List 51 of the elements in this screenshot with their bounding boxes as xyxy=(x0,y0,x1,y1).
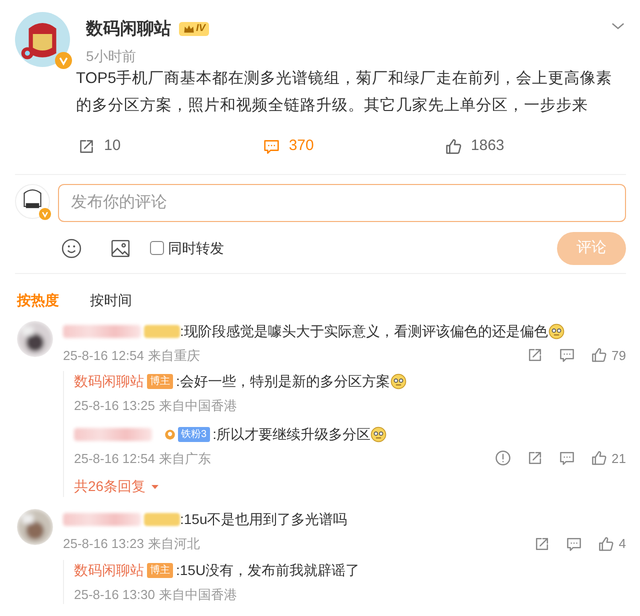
level-badge: IV xyxy=(179,22,210,36)
avatar-drawing xyxy=(15,12,70,67)
comment-location: 来自中国香港 xyxy=(158,586,237,604)
blurred-badge xyxy=(144,513,180,526)
more-replies-link[interactable]: 共26条回复 xyxy=(74,476,626,497)
thumbs-up-icon[interactable] xyxy=(590,346,608,364)
alert-icon[interactable] xyxy=(494,449,512,468)
thumbs-up-icon[interactable] xyxy=(590,449,608,468)
comment-action[interactable]: 370 xyxy=(262,135,444,158)
fan-badge: 铁粉3 xyxy=(178,426,210,442)
comment-input[interactable]: 发布你的评论 xyxy=(58,184,626,222)
comment-icon[interactable] xyxy=(558,449,576,468)
comment-text: :现阶段感觉是噱头大于实际意义，看测评该偏色的还是偏色 xyxy=(180,322,548,340)
comment-date: 25-8-16 13:30 xyxy=(74,586,155,604)
thumbs-up-icon xyxy=(444,136,463,156)
comment-location: 来自中国香港 xyxy=(158,397,237,415)
comment-location: 来自广东 xyxy=(158,450,211,468)
like-count: 21 xyxy=(612,450,626,468)
image-icon[interactable] xyxy=(110,238,131,258)
comment-date: 25-8-16 13:23 xyxy=(63,535,144,553)
user-name[interactable]: 数码闲聊站 xyxy=(74,560,144,580)
post-text: TOP5手机厂商基本都在测多光谱镜组，菊厂和绿厂走在前列，会上更高像素的多分区方案，照片和视频全链路升级。其它几家先上单分区，一步步来 xyxy=(76,69,614,116)
avatar-drawing xyxy=(17,320,53,356)
verified-icon xyxy=(39,208,51,220)
comment-text: :15U没有，发布前我就辟谣了 xyxy=(176,560,360,580)
comment-location: 来自重庆 xyxy=(148,346,200,364)
sort-tab[interactable]: 按时间 xyxy=(90,290,132,310)
thumbs-up-icon[interactable] xyxy=(596,534,615,553)
host-badge: 博主 xyxy=(147,374,173,389)
blurred-badge xyxy=(144,324,180,338)
fan-icon xyxy=(162,427,178,441)
comment-date: 25-8-16 12:54 xyxy=(74,450,155,468)
comment-text: :会好一些，特别是新的多分区方案 xyxy=(176,372,390,391)
comment-icon[interactable] xyxy=(558,346,576,364)
repost-checkbox[interactable]: 同时转发 xyxy=(150,238,224,258)
sort-tab[interactable]: 按热度 xyxy=(17,290,59,310)
like-count: 79 xyxy=(612,346,626,364)
avatar-drawing xyxy=(17,509,53,545)
share-action[interactable]: 10 xyxy=(77,135,262,158)
post-time: 5小时前 xyxy=(86,46,137,66)
author-name[interactable]: 数码闲聊站 xyxy=(86,16,171,42)
comment-location: 来自河北 xyxy=(148,535,200,553)
like-action[interactable]: 1863 xyxy=(444,135,626,158)
comment-date: 25-8-16 12:54 xyxy=(63,346,144,364)
comment-text: :15u不是也用到了多光谱吗 xyxy=(180,510,348,529)
like-count: 4 xyxy=(618,535,626,553)
host-badge: 博主 xyxy=(147,562,173,578)
comment-text: :所以才要继续升级多分区 xyxy=(212,424,370,444)
user-name[interactable]: 数码闲聊站 xyxy=(74,371,144,392)
comment-date: 25-8-16 13:25 xyxy=(74,397,155,415)
emoji-icon[interactable] xyxy=(61,238,82,258)
